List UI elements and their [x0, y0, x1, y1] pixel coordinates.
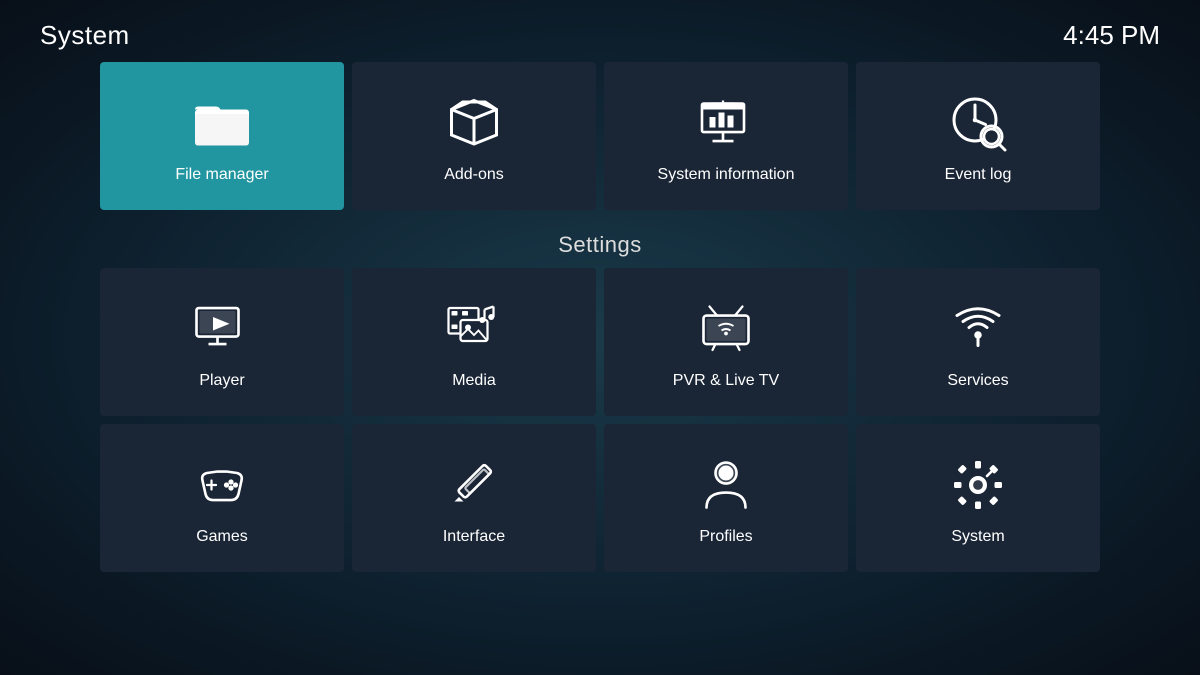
addons-icon [442, 91, 506, 155]
tile-event-log[interactable]: Event log [856, 62, 1100, 210]
tile-system[interactable]: System [856, 424, 1100, 572]
tile-pvr-live-tv[interactable]: PVR & Live TV [604, 268, 848, 416]
tile-file-manager-label: File manager [175, 165, 268, 184]
tile-services[interactable]: Services [856, 268, 1100, 416]
games-icon [190, 453, 254, 517]
interface-icon [442, 453, 506, 517]
header: System 4:45 PM [0, 0, 1200, 62]
settings-tiles-grid: Player [100, 268, 1100, 572]
profiles-icon [694, 453, 758, 517]
tile-add-ons[interactable]: Add-ons [352, 62, 596, 210]
tile-system-information[interactable]: System information [604, 62, 848, 210]
app-title: System [40, 20, 130, 51]
tile-system-information-label: System information [658, 165, 795, 184]
tile-media-label: Media [452, 371, 496, 390]
clock: 4:45 PM [1063, 20, 1160, 51]
tile-media[interactable]: Media [352, 268, 596, 416]
tile-interface[interactable]: Interface [352, 424, 596, 572]
tile-games-label: Games [196, 527, 248, 546]
main-content: File manager Add-ons [0, 62, 1200, 572]
tile-add-ons-label: Add-ons [444, 165, 504, 184]
tile-profiles-label: Profiles [699, 527, 752, 546]
eventlog-icon [946, 91, 1010, 155]
tile-player[interactable]: Player [100, 268, 344, 416]
top-tiles-row: File manager Add-ons [100, 62, 1100, 210]
services-icon [946, 297, 1010, 361]
settings-section-label: Settings [100, 218, 1100, 268]
pvr-icon [694, 297, 758, 361]
tile-pvr-live-tv-label: PVR & Live TV [673, 371, 779, 390]
tile-games[interactable]: Games [100, 424, 344, 572]
tile-event-log-label: Event log [945, 165, 1012, 184]
tile-file-manager[interactable]: File manager [100, 62, 344, 210]
tile-services-label: Services [947, 371, 1008, 390]
folder-icon [190, 91, 254, 155]
system-icon [946, 453, 1010, 517]
media-icon [442, 297, 506, 361]
tile-profiles[interactable]: Profiles [604, 424, 848, 572]
sysinfo-icon [694, 91, 758, 155]
player-icon [190, 297, 254, 361]
tile-system-label: System [951, 527, 1004, 546]
tile-player-label: Player [199, 371, 244, 390]
tile-interface-label: Interface [443, 527, 505, 546]
